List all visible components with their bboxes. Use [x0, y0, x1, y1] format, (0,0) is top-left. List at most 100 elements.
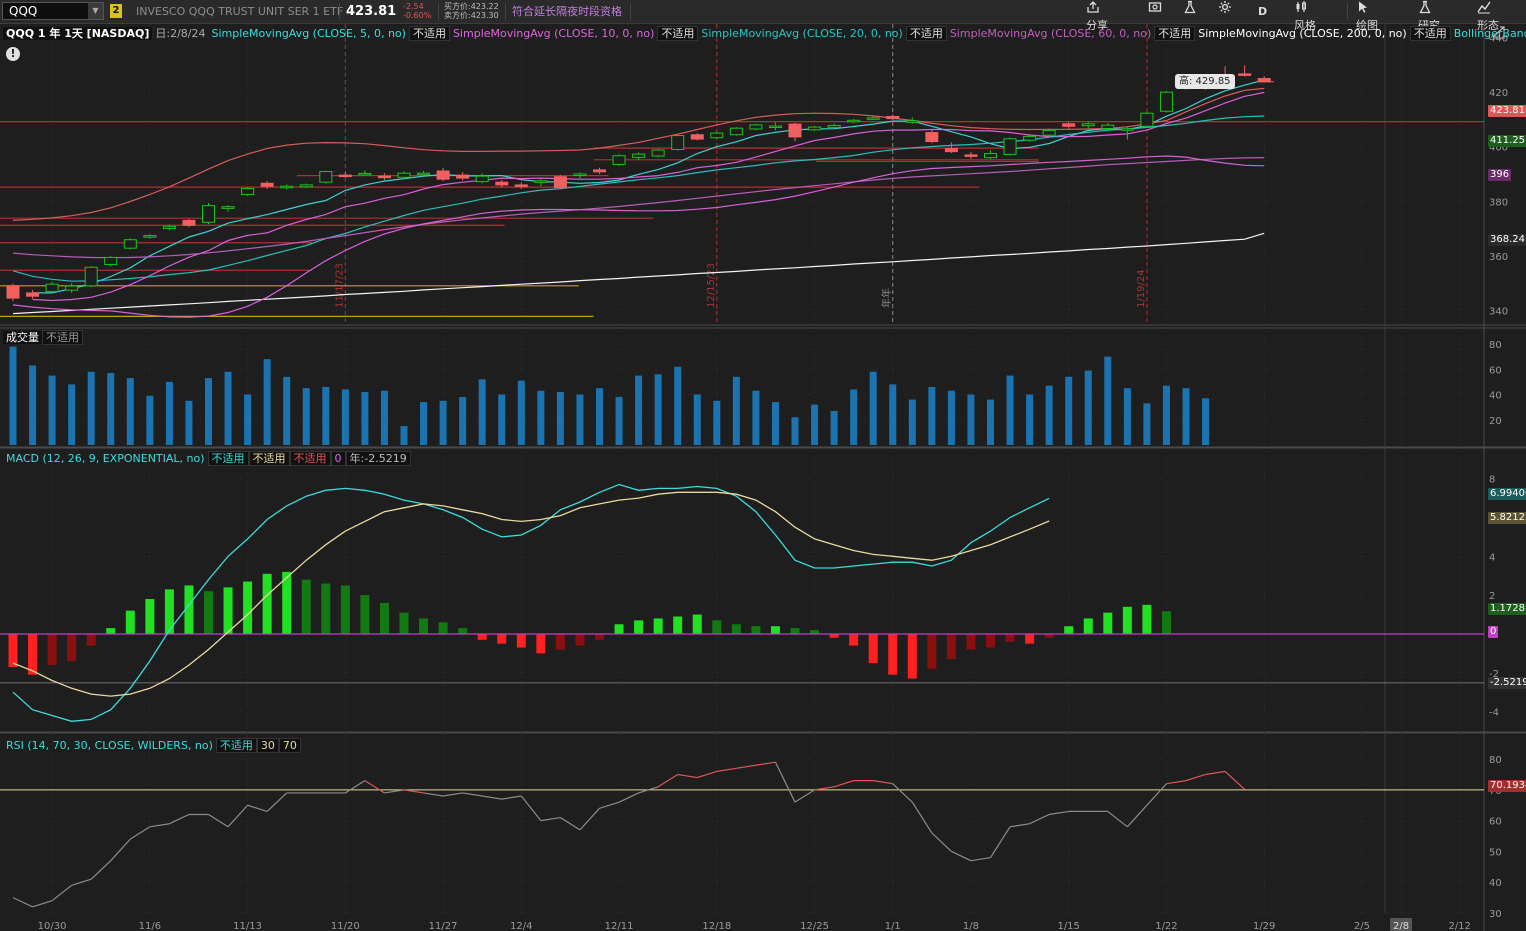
macd-histogram-bar: [986, 633, 995, 648]
candle: [377, 175, 391, 179]
rsi-segment: [12, 897, 33, 908]
rsi-title[interactable]: RSI (14, 70, 30, CLOSE, WILDERS, no): [3, 739, 216, 752]
rsi-segment: [1185, 773, 1206, 782]
settings-button[interactable]: [1218, 0, 1235, 23]
candle: [143, 235, 157, 238]
rsi-segment: [833, 780, 854, 788]
x-tick-label: 2/12: [1448, 921, 1470, 931]
macd-histogram-bar: [868, 633, 878, 664]
expand-icon[interactable]: [1491, 24, 1507, 40]
candle: [964, 154, 978, 157]
share-button[interactable]: 分享: [1086, 0, 1108, 32]
candle: [338, 174, 352, 178]
volume-bar: [29, 365, 37, 445]
candle: [417, 172, 431, 176]
rsi-segment: [970, 856, 991, 862]
rsi-segment: [677, 773, 698, 779]
na-badge: 不适用: [289, 451, 331, 466]
candle: [768, 125, 782, 128]
symbol-input[interactable]: QQQ ▼: [2, 2, 104, 20]
macd-histogram-bar: [712, 620, 722, 634]
volume-bar: [615, 397, 623, 445]
candle: [456, 174, 470, 179]
axes: 10/30 11/6 11/13 11/20 11/27 12/4 12/11 12/18 12…: [38, 34, 1508, 931]
macd-histogram-bar: [67, 633, 77, 662]
event-label: 1/19/24: [1136, 269, 1147, 308]
volume-bar: [283, 376, 291, 445]
rsi-tick-label: 30: [1489, 909, 1502, 920]
volume-title[interactable]: 成交量: [3, 331, 42, 344]
series-line: [32, 79, 1265, 294]
rsi-segment: [794, 789, 815, 803]
candle: [944, 148, 958, 153]
rsi-segment: [462, 792, 483, 797]
macd-histogram-bar: [634, 620, 644, 634]
na-badge: 不适用: [1154, 26, 1196, 41]
rsi-segment: [90, 860, 112, 880]
study-bollinger[interactable]: BollingerBands ...: [1451, 27, 1526, 40]
patterns-button[interactable]: 形态: [1477, 0, 1499, 32]
chart-area[interactable]: 11/17/23 12/15/23 年年 1/19/24 10/30 11/6 11/13…: [0, 24, 1526, 931]
symbol-description: INVESCO QQQ TRUST UNIT SER 1 ETF: [136, 5, 344, 18]
macd-legend: MACD (12, 26, 9, EXPONENTIAL, no) 不适用 不适用不…: [3, 450, 411, 467]
rsi-segment: [1205, 770, 1226, 776]
study-sma5[interactable]: SimpleMovingAvg (CLOSE, 5, 0, no): [209, 27, 409, 40]
volume-bar: [9, 346, 17, 445]
candle: [984, 153, 997, 159]
rsi-segment: [911, 801, 933, 834]
volume-tick-label: 20: [1489, 416, 1502, 427]
macd-histogram-bar: [1103, 612, 1113, 634]
price-title[interactable]: QQQ 1 年 1天 [NASDAQ]: [3, 27, 153, 40]
macd-histogram-bar: [1083, 618, 1093, 634]
candle: [202, 205, 215, 223]
research-button[interactable]: 研究: [1418, 0, 1440, 32]
rsi-segment: [169, 813, 190, 825]
candle: [905, 120, 919, 123]
last-price-label: 423.81: [1488, 105, 1526, 117]
study-sma60[interactable]: SimpleMovingAvg (CLOSE, 60, 0, no): [947, 27, 1154, 40]
macd-histogram-bar: [673, 616, 683, 634]
volume-bar: [244, 394, 252, 445]
volume-tick-label: 80: [1489, 340, 1502, 351]
study-sma200[interactable]: SimpleMovingAvg (CLOSE, 200, 0, no): [1195, 27, 1409, 40]
volume-bar: [400, 426, 408, 445]
alert-icon[interactable]: !: [6, 47, 20, 61]
macd-title[interactable]: MACD (12, 26, 9, EXPONENTIAL, no): [3, 452, 208, 465]
price-pane: 11/17/23 12/15/23 年年 1/19/24: [0, 24, 1484, 324]
flask-button[interactable]: [1183, 0, 1200, 23]
volume-bar: [107, 373, 115, 445]
candle: [827, 124, 841, 128]
volume-bar: [811, 404, 819, 445]
aggregation-button[interactable]: D: [1258, 0, 1267, 23]
net-change: -2.54 -0.60%: [403, 2, 431, 20]
x-tick-label: 12/11: [605, 921, 634, 931]
macd-histogram-bar: [125, 610, 135, 634]
chevron-down-icon[interactable]: ▼: [88, 3, 103, 19]
x-tick-label: 12/25: [800, 921, 829, 931]
rsi-tick-label: 40: [1489, 878, 1502, 889]
macd-histogram-bar: [86, 633, 96, 646]
candle: [319, 171, 333, 183]
rsi-segment: [1107, 810, 1128, 828]
volume-bar: [478, 379, 486, 445]
x-tick-label: 1/29: [1253, 921, 1275, 931]
rsi-segment: [501, 795, 522, 800]
gear-icon: [1219, 1, 1231, 13]
snapshot-button[interactable]: [1148, 0, 1165, 23]
volume-bar: [146, 395, 154, 445]
x-tick-label: 1/8: [963, 921, 979, 931]
macd-histogram-bar: [595, 633, 604, 640]
candle: [26, 292, 40, 297]
study-sma10[interactable]: SimpleMovingAvg (CLOSE, 10, 0, no): [450, 27, 657, 40]
rsi-legend: RSI (14, 70, 30, CLOSE, WILDERS, no) 不适用 3…: [3, 737, 301, 754]
macd-histogram-bar: [575, 633, 585, 646]
x-tick-label: 1/22: [1155, 921, 1177, 931]
rsi-pane: [0, 758, 1484, 914]
volume-bar: [302, 388, 310, 445]
study-sma20[interactable]: SimpleMovingAvg (CLOSE, 20, 0, no): [698, 27, 905, 40]
candle: [436, 170, 450, 180]
drawing-button[interactable]: 绘图: [1356, 0, 1378, 32]
symbol-text: QQQ: [9, 4, 38, 18]
link-badge[interactable]: 2: [110, 4, 122, 18]
style-button[interactable]: 风格: [1294, 0, 1316, 32]
